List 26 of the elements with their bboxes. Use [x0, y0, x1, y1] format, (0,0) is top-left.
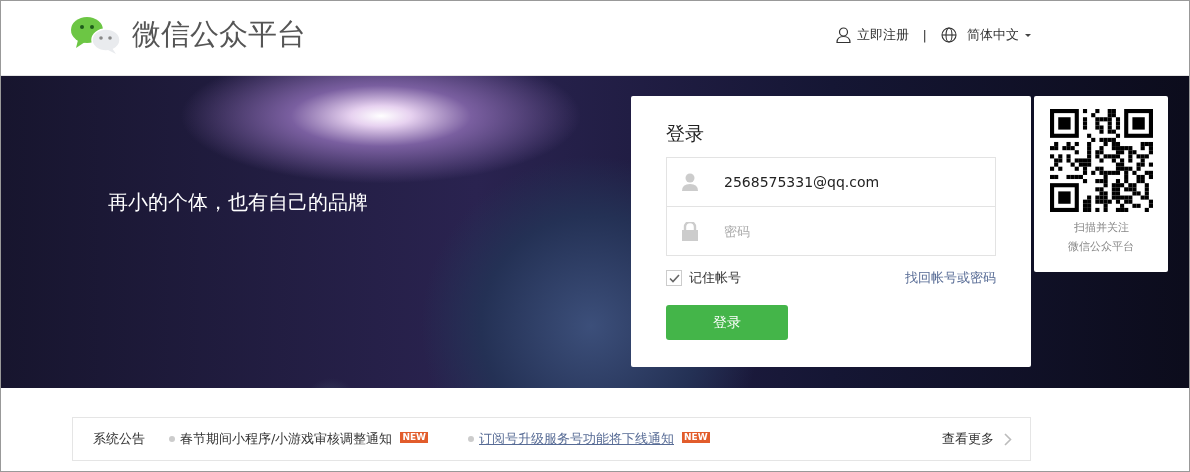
notice-link[interactable]: 订阅号升级服务号功能将下线通知 — [479, 430, 674, 448]
qr-caption: 扫描并关注 — [1073, 220, 1129, 236]
recover-link[interactable]: 找回帐号或密码 — [905, 269, 996, 287]
language-dropdown[interactable]: 简体中文 — [967, 26, 1031, 44]
separator: | — [922, 27, 927, 43]
new-badge: NEW — [400, 431, 428, 443]
qr-code-icon — [1049, 109, 1153, 212]
brand-name: 微信公众平台 — [132, 16, 306, 53]
register-link[interactable]: 立即注册 — [856, 26, 909, 44]
login-title: 登录 — [666, 121, 705, 146]
remember-label: 记住帐号 — [689, 269, 741, 287]
globe-icon — [941, 27, 957, 43]
new-badge: NEW — [682, 431, 710, 443]
chat-bubbles-logo-icon — [70, 15, 122, 55]
notice-label: 系统公告 — [93, 430, 145, 448]
notice-link[interactable]: 春节期间小程序/小游戏审核调整通知 — [180, 430, 393, 448]
bullet-dot-icon — [169, 436, 175, 442]
chevron-right-icon — [1004, 432, 1012, 446]
person-icon — [835, 27, 851, 43]
slogan: 再小的个体，也有自己的品牌 — [108, 189, 368, 216]
remember-checkbox[interactable] — [666, 270, 682, 286]
more-link[interactable]: 查看更多 — [942, 430, 994, 448]
lock-icon — [682, 221, 698, 241]
person-icon — [682, 173, 698, 191]
qr-caption: 微信公众平台 — [1068, 239, 1134, 255]
bullet-dot-icon — [468, 436, 474, 442]
